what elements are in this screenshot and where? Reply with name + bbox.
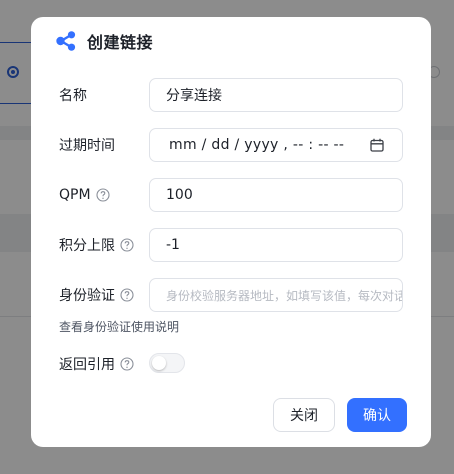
expire-label: 过期时间	[59, 138, 115, 154]
calendar-icon[interactable]	[370, 138, 384, 152]
auth-row: 身份验证 身份校验服务器地址，如填写该值，每次对话前都会发送	[59, 278, 403, 312]
auth-label-wrap: 身份验证	[59, 278, 134, 312]
name-label: 名称	[59, 88, 87, 104]
help-circle-icon[interactable]	[120, 357, 134, 371]
help-circle-icon[interactable]	[95, 188, 110, 202]
dialog-title: 创建链接	[87, 33, 154, 52]
close-button[interactable]: 关闭	[273, 398, 335, 432]
qpm-label: QPM	[59, 187, 91, 203]
return-quote-toggle[interactable]	[149, 353, 185, 373]
return-quote-row: 返回引用	[59, 347, 403, 381]
expire-datetime-input[interactable]: mm / dd / yyyy , -- : -- --	[149, 128, 403, 162]
return-quote-label-wrap: 返回引用	[59, 347, 134, 381]
expire-datetime-value: mm / dd / yyyy , -- : -- --	[169, 137, 345, 153]
points-limit-input[interactable]: -1	[149, 228, 403, 262]
help-circle-icon[interactable]	[120, 288, 134, 302]
help-circle-icon[interactable]	[120, 238, 134, 252]
points-limit-label-wrap: 积分上限	[59, 228, 134, 262]
share-icon	[56, 31, 76, 51]
expire-row: 过期时间 mm / dd / yyyy , -- : -- --	[59, 128, 403, 162]
create-link-dialog: 创建链接 名称 分享连接 过期时间 mm / dd / yyyy , -- : …	[31, 17, 431, 447]
auth-label: 身份验证	[59, 288, 115, 304]
points-limit-label: 积分上限	[59, 238, 115, 254]
auth-server-input[interactable]: 身份校验服务器地址，如填写该值，每次对话前都会发送	[149, 278, 403, 312]
points-limit-row: 积分上限 -1	[59, 228, 403, 262]
toggle-knob	[152, 356, 166, 370]
return-quote-label: 返回引用	[59, 357, 115, 373]
qpm-input[interactable]: 100	[149, 178, 403, 212]
dialog-header: 创建链接	[55, 27, 153, 55]
qpm-row: QPM 100	[59, 178, 403, 212]
confirm-button[interactable]: 确认	[347, 398, 407, 432]
auth-help-link[interactable]: 查看身份验证使用说明	[59, 318, 179, 335]
qpm-label-wrap: QPM	[59, 178, 110, 212]
name-input[interactable]: 分享连接	[149, 78, 403, 112]
name-row: 名称 分享连接	[59, 78, 403, 112]
